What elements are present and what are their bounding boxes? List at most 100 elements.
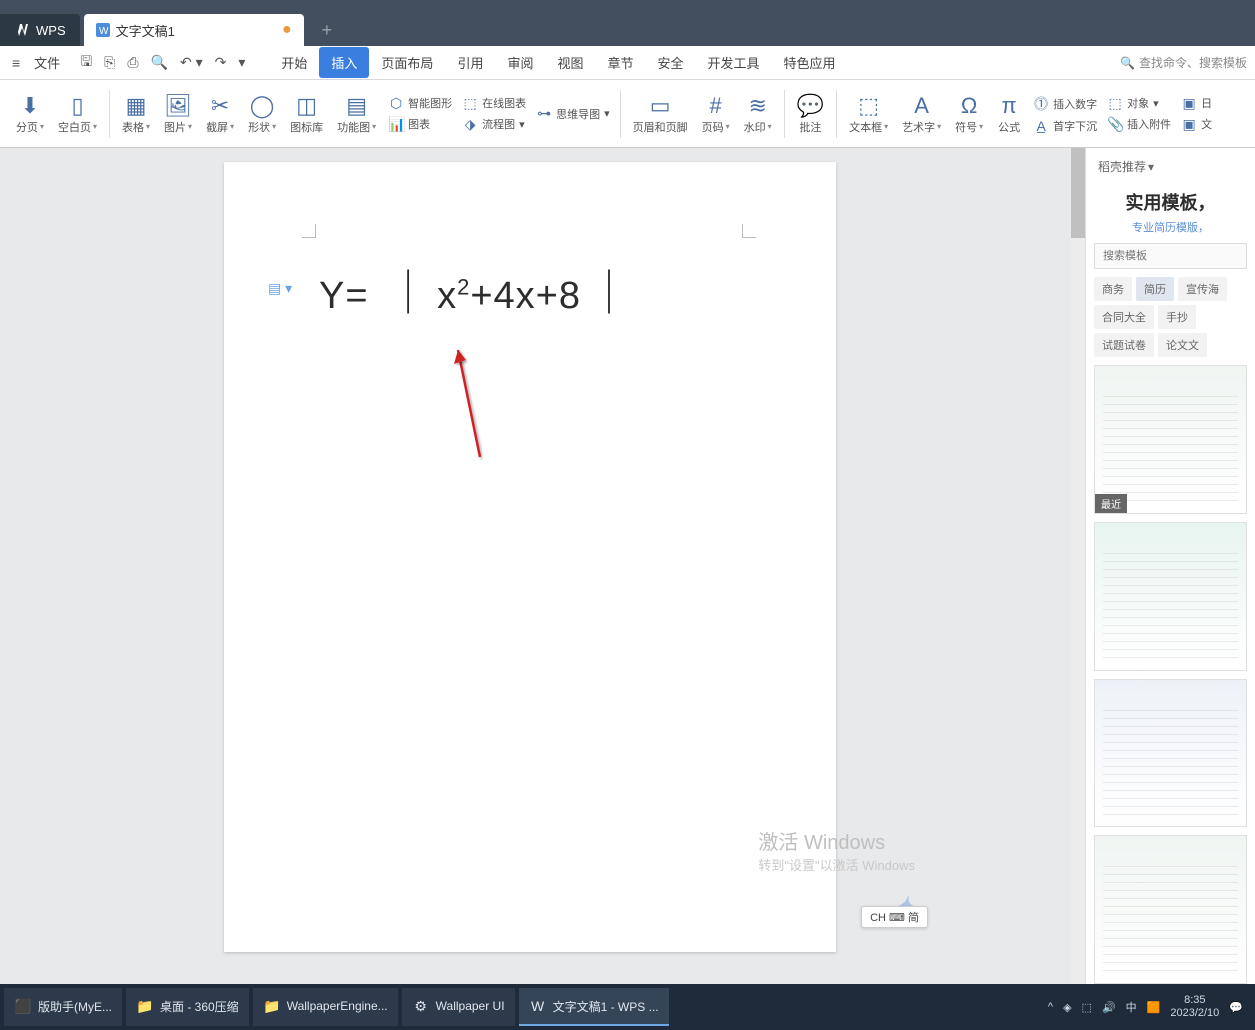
margin-marks [302, 224, 756, 234]
watermark-icon: ≋ [748, 93, 766, 119]
ribbon-shapes[interactable]: ◯形状▾ [242, 84, 282, 144]
ribbon-flowchart[interactable]: ⬗流程图▾ [462, 116, 526, 133]
new-tab-button[interactable]: + [322, 20, 333, 41]
document-equation[interactable]: Y= ｜x2+4x+8｜ [319, 257, 638, 321]
cat-handwriting[interactable]: 手抄 [1158, 305, 1196, 329]
taskbar-item[interactable]: ⚙Wallpaper UI [402, 988, 515, 1026]
ribbon-page-break[interactable]: ⬇分页▾ [10, 84, 50, 144]
side-panel-header[interactable]: 稻壳推荐▾ [1086, 148, 1255, 185]
template-thumbnail[interactable]: 最近 [1094, 365, 1247, 514]
ribbon-drop-cap[interactable]: A̲首字下沉 [1033, 118, 1097, 134]
shapes-icon: ◯ [250, 93, 275, 119]
ribbon-formula[interactable]: π公式 [991, 84, 1027, 144]
menu-section[interactable]: 章节 [595, 47, 645, 78]
tray-icon[interactable]: ⬚ [1082, 1001, 1092, 1014]
picture-icon: 🖼 [164, 93, 192, 119]
cat-resume[interactable]: 简历 [1136, 277, 1174, 301]
ribbon-attachment[interactable]: 📎插入附件 [1107, 116, 1171, 133]
folder-icon: 📁 [136, 997, 154, 1015]
cat-contract[interactable]: 合同大全 [1094, 305, 1154, 329]
canvas-area[interactable]: ▤ ▾ Y= ｜x2+4x+8｜ 激活 Windows 转到"设置"以激活 Wi… [0, 148, 1085, 984]
save-icon[interactable]: 🖫 [80, 51, 92, 75]
menu-references[interactable]: 引用 [445, 47, 495, 78]
ribbon-icon-lib[interactable]: ◫图标库 [284, 84, 329, 144]
ribbon-page-number[interactable]: #页码▾ [696, 84, 736, 144]
ribbon-textbox[interactable]: ⬚文本框▾ [843, 84, 894, 144]
tray-icon[interactable]: ◈ [1063, 1001, 1071, 1014]
ime-icon[interactable]: 中 [1126, 999, 1137, 1015]
ribbon-object[interactable]: ⬚对象▾ [1107, 95, 1171, 112]
taskbar-item-active[interactable]: W文字文稿1 - WPS ... [519, 988, 669, 1026]
margin-mark-right [742, 224, 756, 238]
app-tab[interactable]: WPS [0, 14, 80, 46]
notification-icon[interactable]: 💬 [1229, 1001, 1243, 1014]
object-icon: ⬚ [1107, 95, 1123, 112]
ribbon-smartart[interactable]: ⬡智能图形 [388, 95, 452, 112]
menu-security[interactable]: 安全 [646, 47, 696, 78]
ribbon-comment[interactable]: 💬批注 [791, 84, 830, 144]
taskbar-clock[interactable]: 8:35 2023/2/10 [1170, 994, 1219, 1020]
template-thumbnail[interactable] [1094, 522, 1247, 671]
print-preview-icon[interactable]: 🔍 [151, 54, 168, 71]
cat-thesis[interactable]: 论文文 [1158, 333, 1207, 357]
ribbon-picture[interactable]: 🖼图片▾ [158, 84, 198, 144]
icon-library-icon: ◫ [296, 93, 317, 119]
ribbon-wordart[interactable]: A艺术字▾ [896, 84, 947, 144]
file-menu[interactable]: 文件 [28, 49, 66, 76]
document-tab[interactable]: W 文字文稿1 ● [84, 14, 304, 46]
qat-more-icon[interactable]: ▾ [238, 54, 245, 71]
ribbon-table[interactable]: ▦表格▾ [116, 84, 156, 144]
menu-start[interactable]: 开始 [269, 47, 319, 78]
outline-handle-icon[interactable]: ▤ ▾ [268, 280, 292, 297]
print-icon[interactable]: ⎙ [127, 54, 138, 71]
menu-dev-tools[interactable]: 开发工具 [696, 47, 772, 78]
ime-indicator[interactable]: CH ⌨ 简 [861, 906, 928, 928]
template-thumbnail[interactable] [1094, 679, 1247, 828]
page-break-icon: ⬇ [21, 93, 39, 119]
ribbon-text[interactable]: ▣文 [1181, 116, 1212, 133]
ribbon-online-chart[interactable]: ⬚在线图表 [462, 95, 526, 112]
menu-review[interactable]: 审阅 [495, 47, 545, 78]
taskbar-item[interactable]: ⬛版助手(MyE... [4, 988, 122, 1026]
undo-icon[interactable]: ↶ ▾ [180, 54, 203, 71]
cat-poster[interactable]: 宣传海 [1178, 277, 1227, 301]
menu-page-layout[interactable]: 页面布局 [369, 47, 445, 78]
save-as-icon[interactable]: ⎘ [104, 54, 115, 71]
abs-bar-left: ｜ [380, 269, 437, 318]
command-search[interactable]: 🔍 查找命令、搜索模板 [1120, 54, 1247, 71]
vertical-scrollbar[interactable] [1071, 148, 1085, 984]
ribbon-screenshot[interactable]: ✂截屏▾ [200, 84, 240, 144]
ribbon-watermark[interactable]: ≋水印▾ [738, 84, 778, 144]
scrollbar-thumb[interactable] [1071, 148, 1085, 238]
equation-prefix: Y= [319, 275, 380, 317]
ribbon-header-footer[interactable]: ▭页眉和页脚 [627, 84, 694, 144]
ribbon-symbol[interactable]: Ω符号▾ [949, 84, 989, 144]
redo-icon[interactable]: ↷ [215, 54, 227, 71]
template-thumbnail[interactable] [1094, 835, 1247, 984]
system-tray: ^ ◈ ⬚ 🔊 中 🟧 8:35 2023/2/10 💬 [1048, 994, 1251, 1020]
cat-exam[interactable]: 试题试卷 [1094, 333, 1154, 357]
template-search-input[interactable] [1094, 243, 1247, 269]
blank-page-icon: ▯ [71, 93, 83, 119]
menu-insert[interactable]: 插入 [319, 47, 369, 78]
cat-business[interactable]: 商务 [1094, 277, 1132, 301]
document-page[interactable]: ▤ ▾ Y= ｜x2+4x+8｜ [224, 162, 836, 952]
taskbar-item[interactable]: 📁WallpaperEngine... [253, 988, 398, 1026]
ribbon-blank-page[interactable]: ▯空白页▾ [52, 84, 103, 144]
hamburger-icon[interactable]: ≡ [8, 53, 24, 73]
volume-icon[interactable]: 🔊 [1102, 1001, 1116, 1014]
ribbon-date[interactable]: ▣日 [1181, 95, 1212, 112]
ribbon-chart[interactable]: 📊图表 [388, 116, 452, 133]
tray-overflow-icon[interactable]: ^ [1048, 1001, 1053, 1013]
menu-special[interactable]: 特色应用 [772, 47, 848, 78]
tray-icon[interactable]: 🟧 [1147, 1001, 1161, 1014]
template-search[interactable] [1094, 243, 1247, 269]
online-chart-icon: ⬚ [462, 95, 478, 112]
ribbon-insert-number[interactable]: ⓵插入数字 [1033, 94, 1097, 114]
ribbon-mindmap[interactable]: ⊶思维导图▾ [536, 105, 610, 122]
drop-cap-icon: A̲ [1033, 118, 1049, 134]
menu-view[interactable]: 视图 [545, 47, 595, 78]
app-tab-label: WPS [36, 23, 66, 38]
taskbar-item[interactable]: 📁桌面 - 360压缩 [126, 988, 249, 1026]
ribbon-function-chart[interactable]: ▤功能图▾ [331, 84, 382, 144]
